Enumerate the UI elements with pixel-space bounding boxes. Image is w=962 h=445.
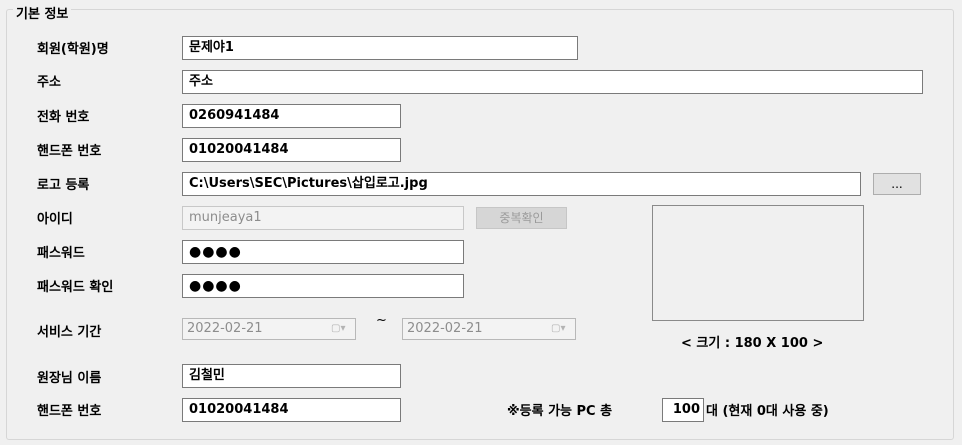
label-address: 주소: [37, 75, 61, 90]
group-title: 기본 정보: [13, 3, 72, 22]
phone-input[interactable]: 0260941484: [182, 104, 401, 128]
label-logo: 로고 등록: [37, 178, 90, 193]
duplicate-check-button[interactable]: 중복확인: [476, 207, 567, 229]
label-password: 패스워드: [37, 246, 85, 261]
label-member-name: 회원(학원)명: [37, 42, 109, 57]
label-service-period: 서비스 기간: [37, 325, 102, 340]
browse-button[interactable]: ...: [873, 173, 921, 195]
label-password-confirm: 패스워드 확인: [37, 280, 114, 295]
logo-size-hint: < 크기 : 180 X 100 >: [681, 336, 824, 351]
label-director-mobile: 핸드폰 번호: [37, 404, 102, 419]
pc-count-label: ※등록 가능 PC 총: [507, 404, 613, 419]
label-phone: 전화 번호: [37, 110, 90, 125]
period-tilde: ~: [376, 313, 387, 328]
member-name-input[interactable]: 문제야1: [182, 36, 578, 60]
label-director-name: 원장님 이름: [37, 371, 102, 386]
director-mobile-input[interactable]: 01020041484: [182, 398, 401, 422]
service-start-date[interactable]: 2022-02-21 ▢▾: [182, 318, 356, 340]
logo-preview-box: [652, 205, 864, 321]
calendar-dropdown-icon[interactable]: ▢▾: [551, 322, 571, 336]
password-input[interactable]: ●●●●: [182, 240, 464, 264]
label-user-id: 아이디: [37, 212, 73, 227]
password-confirm-input[interactable]: ●●●●: [182, 274, 464, 298]
director-name-input[interactable]: 김철민: [182, 364, 401, 388]
address-input[interactable]: 주소: [182, 70, 923, 94]
mobile-input[interactable]: 01020041484: [182, 138, 401, 162]
service-start-value: 2022-02-21: [187, 321, 263, 336]
logo-path-input[interactable]: C:\Users\SEC\Pictures\삽입로고.jpg: [182, 172, 861, 196]
service-end-date[interactable]: 2022-02-21 ▢▾: [402, 318, 576, 340]
pc-count-input[interactable]: 100: [662, 398, 704, 422]
calendar-dropdown-icon[interactable]: ▢▾: [331, 322, 351, 336]
service-end-value: 2022-02-21: [407, 321, 483, 336]
label-mobile: 핸드폰 번호: [37, 144, 102, 159]
pc-count-suffix: 대 (현재 0대 사용 중): [706, 404, 829, 419]
user-id-input: munjeaya1: [182, 206, 464, 230]
